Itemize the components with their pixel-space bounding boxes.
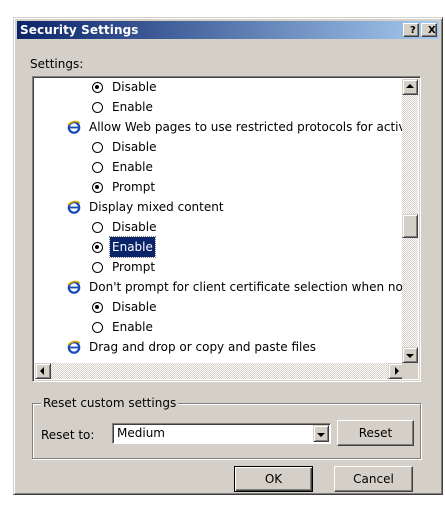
setting-option-label: Enable (112, 100, 153, 114)
radio-unchecked-icon[interactable] (92, 262, 103, 273)
arrow-down-icon (406, 354, 414, 358)
cancel-button[interactable]: Cancel (334, 466, 413, 492)
horizontal-scrollbar[interactable] (35, 363, 404, 379)
ok-button[interactable]: OK (234, 466, 313, 492)
settings-tree[interactable]: Disable Enable Allow Web pages to use rest… (32, 76, 421, 382)
radio-checked-icon[interactable] (92, 82, 103, 93)
scroll-up-button[interactable] (402, 79, 418, 95)
radio-unchecked-icon[interactable] (92, 162, 103, 173)
scroll-corner (402, 363, 418, 379)
radio-checked-icon[interactable] (92, 182, 103, 193)
radio-checked-icon[interactable] (92, 242, 103, 253)
close-button[interactable]: X (421, 23, 437, 37)
security-settings-dialog: Security Settings ? X Settings: Disable E… (13, 17, 443, 495)
radio-unchecked-icon[interactable] (92, 322, 103, 333)
ie-setting-icon (67, 340, 81, 354)
setting-heading-label: Allow Web pages to use restricted protoc… (89, 120, 404, 134)
reset-custom-settings-group: Reset custom settings Reset to: Medium R… (32, 396, 421, 459)
reset-level-value: Medium (117, 426, 165, 440)
arrow-right-icon (395, 367, 399, 375)
dropdown-button[interactable] (313, 425, 329, 442)
vertical-scrollbar[interactable] (402, 79, 418, 363)
group-title: Reset custom settings (41, 396, 179, 410)
reset-level-dropdown[interactable]: Medium (112, 423, 331, 444)
radio-unchecked-icon[interactable] (92, 102, 103, 113)
title-bar[interactable]: Security Settings ? X (17, 21, 439, 39)
radio-checked-icon[interactable] (92, 302, 103, 313)
reset-button[interactable]: Reset (337, 420, 414, 446)
reset-to-label: Reset to: (41, 428, 95, 442)
vertical-scroll-thumb[interactable] (402, 214, 418, 238)
window-title: Security Settings (20, 23, 139, 37)
setting-option-label: Enable (112, 320, 153, 334)
ie-setting-icon (67, 120, 81, 134)
settings-tree-content: Disable Enable Allow Web pages to use rest… (35, 79, 404, 363)
radio-unchecked-icon[interactable] (92, 222, 103, 233)
setting-heading-label: Drag and drop or copy and paste files (89, 340, 317, 354)
setting-option-label: Prompt (112, 180, 156, 194)
help-button[interactable]: ? (403, 23, 419, 37)
arrow-up-icon (406, 84, 414, 88)
arrow-left-icon (40, 367, 44, 375)
scroll-down-button[interactable] (402, 347, 418, 363)
setting-option-label: Enable (109, 236, 156, 258)
setting-option-label: Disable (112, 140, 157, 154)
settings-label: Settings: (30, 57, 84, 71)
setting-option-label: Disable (112, 80, 157, 94)
radio-unchecked-icon[interactable] (92, 142, 103, 153)
setting-option-label: Disable (112, 300, 157, 314)
ie-setting-icon (67, 200, 81, 214)
setting-option-label: Disable (112, 220, 157, 234)
setting-option-label: Prompt (112, 260, 156, 274)
setting-heading-label: Don't prompt for client certificate sele… (89, 280, 404, 294)
setting-option-label: Enable (112, 160, 153, 174)
ie-setting-icon (67, 280, 81, 294)
setting-heading-label: Display mixed content (89, 200, 224, 214)
scroll-left-button[interactable] (35, 363, 51, 379)
chevron-down-icon (317, 432, 325, 437)
